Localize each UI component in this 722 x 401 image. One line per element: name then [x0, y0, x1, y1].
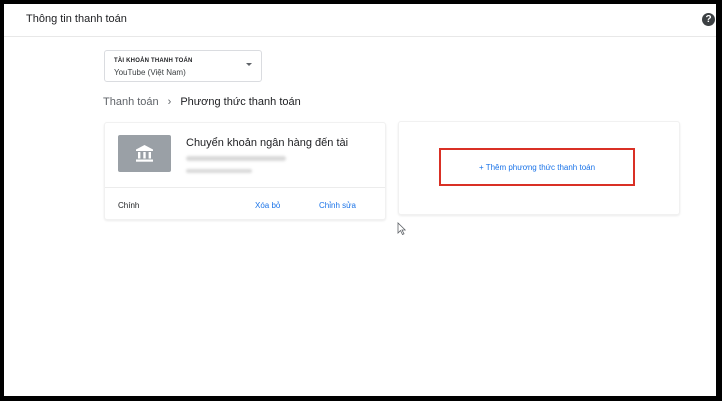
redacted-account-info	[186, 156, 286, 161]
payment-method-card: Chuyển khoản ngân hàng đến tài Chính Xóa…	[104, 122, 386, 220]
redacted-account-detail	[186, 169, 252, 173]
breadcrumb-current: Phương thức thanh toán	[180, 96, 301, 108]
breadcrumb: Thanh toán › Phương thức thanh toán	[103, 96, 301, 108]
payment-method-title: Chuyển khoản ngân hàng đến tài	[186, 137, 349, 149]
billing-account-caption: TÀI KHOẢN THANH TOÁN	[114, 58, 193, 64]
billing-account-value: YouTube (Việt Nam)	[114, 68, 186, 77]
add-payment-method-button[interactable]: + Thêm phương thức thanh toán	[441, 163, 633, 172]
top-bar: Thông tin thanh toán ?	[4, 4, 716, 37]
breadcrumb-payments-link[interactable]: Thanh toán	[103, 96, 159, 108]
help-icon[interactable]: ?	[702, 13, 715, 26]
bank-icon	[136, 145, 153, 162]
highlight-annotation: + Thêm phương thức thanh toán	[439, 148, 635, 186]
add-payment-method-card[interactable]: + Thêm phương thức thanh toán	[398, 121, 680, 215]
mouse-cursor-icon	[397, 222, 406, 235]
billing-account-select[interactable]: TÀI KHOẢN THANH TOÁN YouTube (Việt Nam)	[104, 50, 262, 82]
page-title: Thông tin thanh toán	[26, 13, 127, 25]
primary-badge: Chính	[118, 201, 140, 210]
edit-button[interactable]: Chỉnh sửa	[319, 201, 356, 210]
bank-tile	[118, 135, 171, 172]
card-divider	[105, 187, 385, 188]
chevron-down-icon	[246, 63, 252, 66]
breadcrumb-separator: ›	[167, 96, 172, 108]
remove-button[interactable]: Xóa bỏ	[255, 201, 280, 210]
billing-page: Thông tin thanh toán ? TÀI KHOẢN THANH T…	[4, 4, 716, 396]
